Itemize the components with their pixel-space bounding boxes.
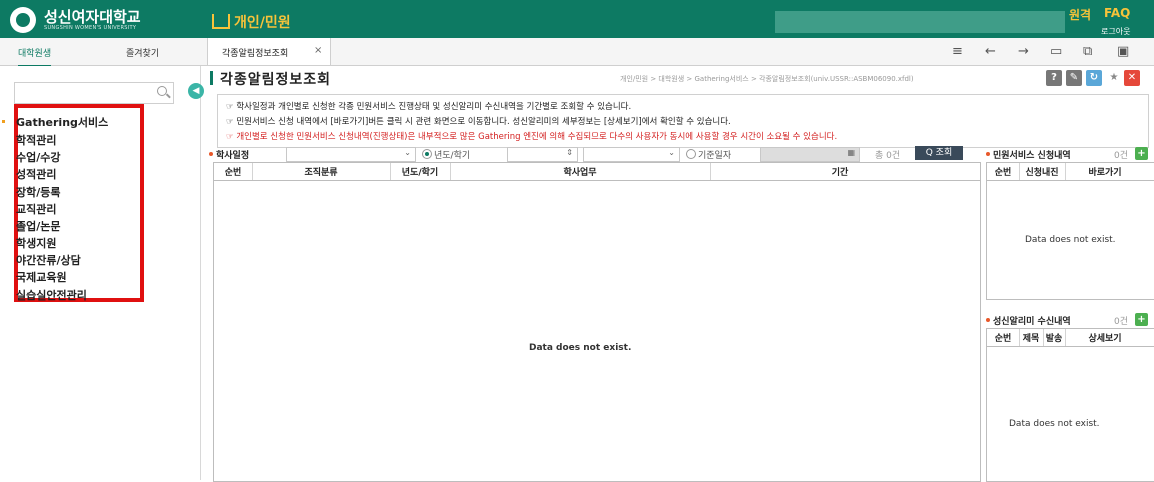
col-no: 순번 <box>224 168 242 178</box>
menu-title[interactable]: 개인/민원 <box>212 12 291 32</box>
alimi-panel-title: 성신알리미 수신내역 <box>993 317 1071 327</box>
col-request: 신청내진 <box>1025 168 1059 178</box>
radio-year-term[interactable] <box>422 149 432 159</box>
print-icon[interactable]: ▣ <box>1117 44 1129 59</box>
radio-base-date[interactable] <box>686 149 696 159</box>
people-icon <box>212 14 230 29</box>
grid-empty-message: Data does not exist. <box>529 343 632 353</box>
calendar-icon[interactable]: ▦ <box>847 148 855 157</box>
col-shortcut: 바로가기 <box>1088 168 1122 178</box>
alimi-empty-message: Data does not exist. <box>1009 419 1100 429</box>
page-tab[interactable]: 각종알림정보조회 × <box>207 38 331 65</box>
close-icon[interactable]: × <box>314 45 322 56</box>
close-page-icon[interactable]: ✕ <box>1124 70 1140 86</box>
faq-link[interactable]: FAQ <box>1104 6 1130 20</box>
refresh-icon[interactable]: ↻ <box>1086 70 1102 86</box>
add-icon[interactable]: + <box>1135 313 1148 326</box>
col-task: 학사업무 <box>563 168 597 178</box>
sidebar-item-night-stay[interactable]: 야간잔류/상담 <box>16 252 81 268</box>
chevron-down-icon: ⌄ <box>404 148 411 157</box>
required-dot <box>986 318 990 322</box>
tab-favorites[interactable]: 즐겨찾기 <box>126 46 159 59</box>
notice-1: ☞ 학사일정과 개인별로 신청한 각종 민원서비스 진행상태 및 성신알리미 수… <box>226 102 632 112</box>
sidebar-item-gathering[interactable]: Gathering서비스 <box>2 114 108 130</box>
filter-bar: 학사일정 ⌄ 년도/학기 ⇕ ⌄ 기준일자 ▦ 총 0건 Q 조회 <box>207 146 979 162</box>
university-sub: SUNGSHIN WOMEN'S UNIVERSITY <box>44 25 137 31</box>
logout-link[interactable]: 로그아웃 <box>1101 26 1130 37</box>
sidebar-item-graduation[interactable]: 졸업/논문 <box>16 218 61 234</box>
col-year-term: 년도/학기 <box>401 168 439 178</box>
col-org: 조직분류 <box>304 168 338 178</box>
notice-2: ☞ 민원서비스 신청 내역에서 [바로가기]버튼 클릭 시 관련 화면으로 이동… <box>226 117 731 127</box>
title-marker <box>210 71 213 85</box>
radio-year-term-label: 년도/학기 <box>434 151 471 161</box>
updown-icon: ⇕ <box>566 148 573 157</box>
help-button[interactable]: ? <box>1046 70 1062 86</box>
tab-bar: 대학원생 즐겨찾기 <box>0 38 1154 67</box>
sidebar-item-international[interactable]: 국제교육원 <box>16 269 67 285</box>
search-button[interactable]: Q 조회 <box>915 146 963 160</box>
university-logo[interactable]: 성신여자대학교 SUNGSHIN WOMEN'S UNIVERSITY <box>10 6 170 34</box>
search-icon[interactable] <box>157 86 167 96</box>
window-icon[interactable]: ▭ <box>1050 44 1062 59</box>
required-dot <box>986 152 990 156</box>
main-content: 각종알림정보조회 개인/민원 > 대학원생 > Gathering서비스 > 각… <box>207 66 1154 482</box>
schedule-grid: 순번 조직분류 년도/학기 학사업무 기간 Data does not exis… <box>213 162 981 482</box>
filter-label: 학사일정 <box>216 151 250 161</box>
sidebar-item-grades[interactable]: 성적관리 <box>16 166 56 182</box>
arrow-right-icon[interactable]: → <box>1018 44 1029 59</box>
star-icon[interactable]: ★ <box>1106 70 1122 86</box>
notice-3: ☞ 개인별로 신청한 민원서비스 신청내역(진행상태)은 내부적으로 많은 Ga… <box>226 132 838 142</box>
tab-graduate[interactable]: 대학원생 <box>18 46 52 67</box>
menu-icon[interactable]: ≡ <box>952 44 963 59</box>
sidebar-collapse-button[interactable]: ◀ <box>188 83 204 99</box>
col-title: 제목 <box>1022 334 1040 344</box>
alimi-count: 0건 <box>1114 317 1129 327</box>
sidebar-item-lab-safety[interactable]: 실습실안전관리 <box>16 287 87 303</box>
col-no: 순번 <box>994 168 1012 178</box>
col-sent: 발송 <box>1045 334 1063 344</box>
date-input[interactable]: ▦ <box>760 147 860 162</box>
university-name: 성신여자대학교 <box>44 8 141 26</box>
required-dot <box>209 152 213 156</box>
emblem-icon <box>10 7 36 33</box>
notice-box: ☞ 학사일정과 개인별로 신청한 각종 민원서비스 진행상태 및 성신알리미 수… <box>217 94 1149 148</box>
col-no: 순번 <box>994 334 1012 344</box>
civil-count: 0건 <box>1114 151 1129 161</box>
sidebar: Gathering서비스 학적관리 수업/수강 성적관리 장학/등록 교직관리 … <box>0 66 201 480</box>
remote-link[interactable]: 원격 <box>1069 6 1091 23</box>
result-count: 총 0건 <box>875 151 901 161</box>
radio-base-date-label: 기준일자 <box>698 151 732 161</box>
sidebar-item-student-support[interactable]: 학생지원 <box>16 235 56 251</box>
grid-header: 순번 조직분류 년도/학기 학사업무 기간 <box>214 163 980 181</box>
schedule-select[interactable]: ⌄ <box>286 147 416 162</box>
civil-panel-title: 민원서비스 신청내역 <box>993 151 1071 161</box>
year-select[interactable]: ⇕ <box>507 147 578 162</box>
civil-grid: 순번 신청내진 바로가기 Data does not exist. <box>986 162 1154 300</box>
page-tab-label: 각종알림정보조회 <box>222 49 289 59</box>
alimi-grid: 순번 제목 발송 상세보기 Data does not exist. <box>986 328 1154 482</box>
col-period: 기간 <box>831 168 849 178</box>
sidebar-item-courses[interactable]: 수업/수강 <box>16 149 61 165</box>
sidebar-item-teaching[interactable]: 교직관리 <box>16 201 56 217</box>
chevron-down-icon: ⌄ <box>668 148 675 157</box>
sidebar-item-academic-records[interactable]: 학적관리 <box>16 132 56 148</box>
sidebar-search-input[interactable] <box>14 82 174 104</box>
wrench-icon[interactable]: ✎ <box>1066 70 1082 86</box>
page-title: 각종알림정보조회 <box>220 72 332 88</box>
add-icon[interactable]: + <box>1135 147 1148 160</box>
arrow-left-icon[interactable]: ← <box>985 44 996 59</box>
top-header: 성신여자대학교 SUNGSHIN WOMEN'S UNIVERSITY 개인/민… <box>0 0 1154 38</box>
global-search-field[interactable] <box>775 11 1065 33</box>
civil-empty-message: Data does not exist. <box>1025 235 1116 245</box>
term-select[interactable]: ⌄ <box>583 147 680 162</box>
col-detail: 상세보기 <box>1088 334 1122 344</box>
sidebar-item-scholarship[interactable]: 장학/등록 <box>16 184 61 200</box>
tile-icon[interactable]: ⧉ <box>1083 44 1092 59</box>
breadcrumb: 개인/민원 > 대학원생 > Gathering서비스 > 각종알림정보조회(u… <box>620 75 914 83</box>
